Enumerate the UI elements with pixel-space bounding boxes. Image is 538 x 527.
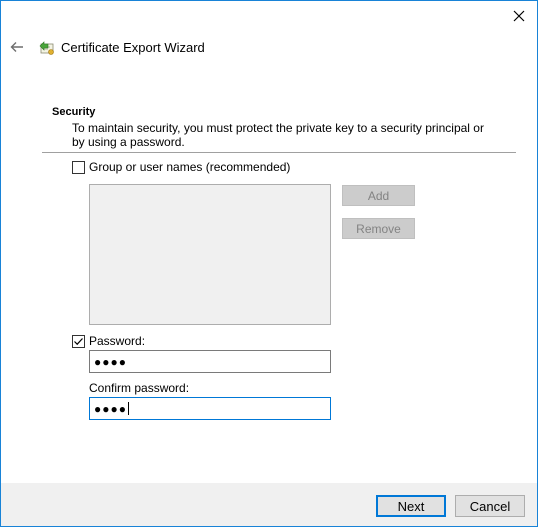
wizard-window: Certificate Export Wizard Security To ma… [0,0,538,527]
confirm-password-value: ●●●● [94,401,127,416]
close-icon [513,10,525,22]
group-user-list [89,184,331,325]
certificate-icon [38,39,56,57]
group-checkbox-label: Group or user names (recommended) [89,160,291,174]
password-label: Password: [89,334,146,348]
confirm-password-input[interactable]: ●●●● [89,397,331,420]
wizard-footer: Next Cancel [1,483,537,526]
remove-button: Remove [342,218,415,239]
close-button[interactable] [501,1,537,31]
header-divider [42,152,516,153]
confirm-password-label: Confirm password: [89,381,190,395]
password-value: ●●●● [94,354,127,369]
checkmark-icon [74,337,83,345]
cancel-button[interactable]: Cancel [455,495,525,517]
back-arrow-icon [10,42,23,52]
add-button: Add [342,185,415,206]
wizard-title: Certificate Export Wizard [61,40,205,55]
next-button[interactable]: Next [376,495,446,517]
password-option-row[interactable]: Password: [72,334,145,348]
text-caret [128,402,129,415]
section-description: To maintain security, you must protect t… [72,121,484,149]
group-checkbox[interactable] [72,160,85,174]
group-option-row[interactable]: Group or user names (recommended) [72,160,290,174]
password-input[interactable]: ●●●● [89,350,331,373]
section-title: Security [52,106,96,118]
password-checkbox[interactable] [72,334,85,348]
back-button[interactable] [5,35,29,59]
